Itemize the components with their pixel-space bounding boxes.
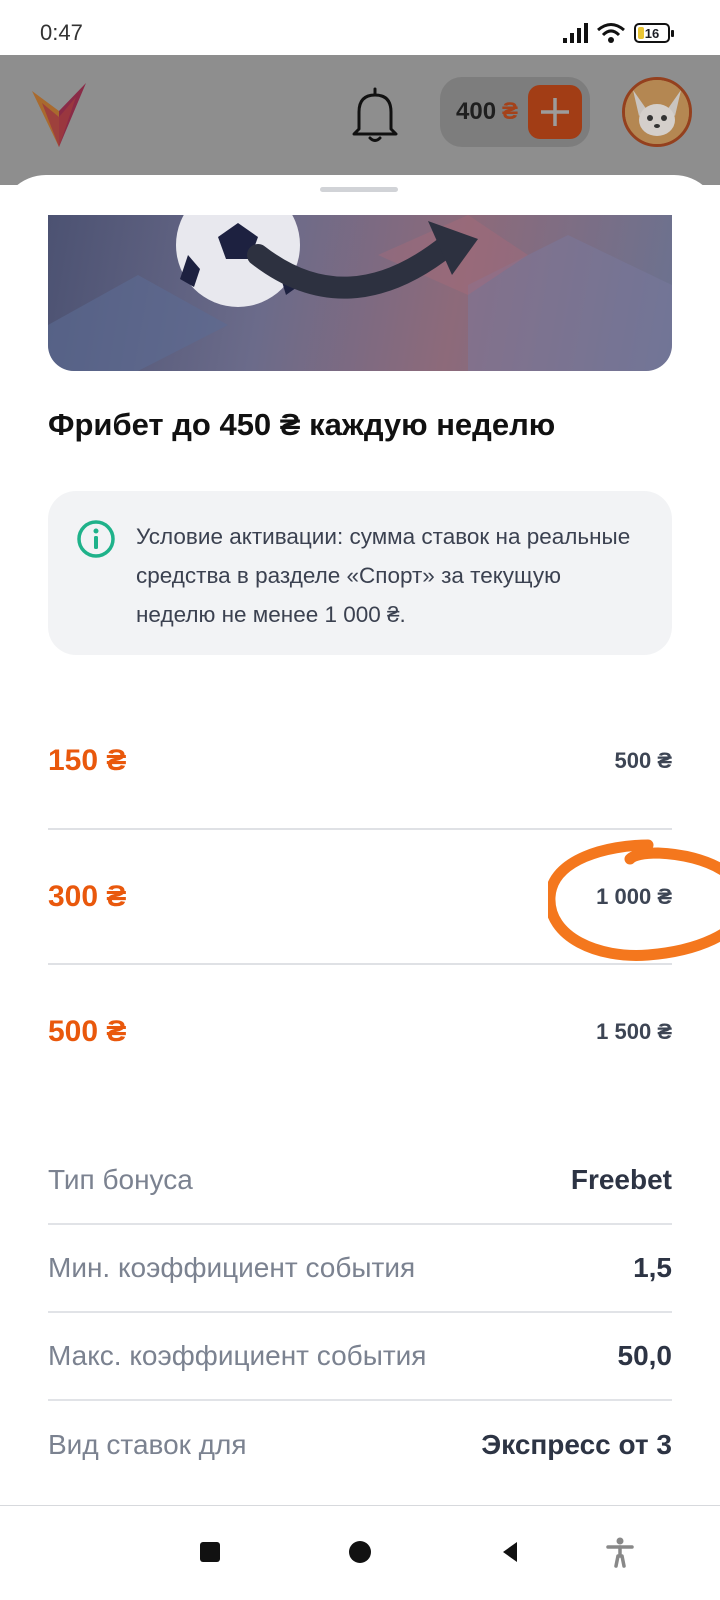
wifi-icon — [597, 23, 625, 43]
detail-value: 50,0 — [617, 1340, 673, 1371]
activation-condition-card: Условие активации: сумма ставок на реаль… — [48, 491, 672, 655]
battery-icon: 16 — [634, 23, 674, 43]
tier-requirement: 1 500 ₴ — [596, 1018, 672, 1044]
detail-value: Экспресс от 3 — [481, 1429, 672, 1460]
balance-currency: ₴ — [502, 98, 519, 125]
detail-label: Тип бонуса — [48, 1164, 193, 1195]
activation-condition-text: Условие активации: сумма ставок на реаль… — [136, 524, 631, 627]
avatar[interactable] — [622, 77, 692, 147]
tier-row: 150 ₴ 500 ₴ — [48, 693, 672, 828]
plus-icon — [541, 98, 569, 126]
info-icon — [77, 520, 115, 558]
bonus-banner-image — [48, 215, 672, 371]
accessibility-button[interactable] — [602, 1534, 638, 1570]
back-triangle-icon — [503, 1542, 517, 1562]
balance-pill[interactable]: 400 ₴ — [440, 77, 590, 147]
detail-row-bet-type: Вид ставок для Экспресс от 3 — [48, 1401, 672, 1489]
tier-requirement: 1 000 ₴ — [596, 883, 672, 909]
tier-row: 300 ₴ 1 000 ₴ — [48, 828, 672, 963]
detail-value: Freebet — [570, 1164, 672, 1195]
detail-label: Мин. коэффициент события — [48, 1252, 416, 1283]
detail-label: Вид ставок для — [48, 1429, 247, 1460]
balance-amount: 400 — [456, 98, 497, 125]
status-bar: 0:47 16 — [0, 0, 720, 55]
deposit-button[interactable] — [528, 85, 582, 139]
accessibility-icon — [606, 1537, 634, 1568]
sheet-handle[interactable] — [320, 187, 398, 192]
detail-value: 1,5 — [633, 1252, 672, 1283]
detail-row-bonus-type: Тип бонуса Freebet — [48, 1137, 672, 1225]
app-logo[interactable] — [32, 83, 86, 147]
battery-level: 16 — [644, 25, 660, 41]
recents-square-icon — [200, 1542, 220, 1562]
tier-row: 500 ₴ 1 500 ₴ — [48, 963, 672, 1098]
detail-row-max-odds: Макс. коэффициент события 50,0 — [48, 1313, 672, 1401]
detail-row-min-odds: Мин. коэффициент события 1,5 — [48, 1225, 672, 1313]
bell-icon[interactable] — [350, 85, 400, 145]
bonus-title: Фрибет до 450 ₴ каждую неделю — [48, 407, 556, 442]
soccer-ball-banner-icon — [48, 215, 672, 371]
status-time: 0:47 — [40, 20, 83, 45]
home-circle-icon — [349, 1541, 371, 1563]
bonus-sheet: Фрибет до 450 ₴ каждую неделю Условие ак… — [0, 175, 720, 1505]
tier-bonus: 500 ₴ — [48, 1014, 127, 1048]
tier-requirement: 500 ₴ — [614, 747, 673, 773]
signal-icon — [563, 23, 588, 43]
fox-avatar-icon — [625, 80, 689, 144]
system-nav-bar — [0, 1505, 720, 1600]
detail-label: Макс. коэффициент события — [48, 1340, 427, 1371]
back-button[interactable] — [492, 1534, 528, 1570]
tier-bonus: 150 ₴ — [48, 743, 127, 777]
home-button[interactable] — [342, 1534, 378, 1570]
status-icons: 16 — [562, 22, 674, 44]
tier-bonus: 300 ₴ — [48, 879, 127, 913]
recents-button[interactable] — [192, 1534, 228, 1570]
app-header: 400 ₴ — [0, 55, 720, 185]
